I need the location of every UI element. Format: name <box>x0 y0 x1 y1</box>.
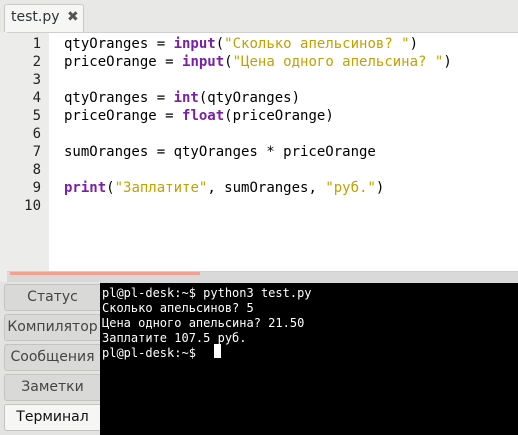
code-editor[interactable]: 1 2 3 4 5 6 7 8 9 10 qtyOranges = input(… <box>7 32 518 273</box>
terminal-line: Заплатите 107.5 руб. <box>102 331 247 345</box>
tab-compiler[interactable]: Компилятор <box>4 314 100 341</box>
line-number: 6 <box>32 126 41 142</box>
terminal-line: Цена одного апельсина? 21.50 <box>102 316 305 330</box>
bottom-panel-tabs: Статус Компилятор Сообщения Заметки Терм… <box>0 282 100 435</box>
code-token: (qtyOranges) <box>198 90 301 106</box>
line-number: 2 <box>32 54 41 70</box>
line-number: 10 <box>24 198 41 214</box>
code-token: ) <box>443 54 452 70</box>
line-number: 9 <box>32 180 41 196</box>
code-token: "Заплатите" <box>114 180 208 196</box>
tab-notes[interactable]: Заметки <box>4 374 100 401</box>
terminal-line: Сколько апельсинов? 5 <box>102 301 254 315</box>
tab-messages[interactable]: Сообщения <box>4 344 100 371</box>
tab-test-py[interactable]: test.py ✖ <box>4 4 84 32</box>
code-token: ) <box>375 180 385 196</box>
line-number: 1 <box>32 36 41 52</box>
code-line: priceOrange = float(priceOrange) <box>64 107 334 125</box>
line-number: 3 <box>32 72 41 88</box>
code-token: input <box>182 54 225 70</box>
code-token: , sumOranges, <box>207 180 326 196</box>
code-token: "руб." <box>325 180 376 196</box>
tab-status[interactable]: Статус <box>4 284 100 311</box>
code-token: (priceOrange) <box>224 108 334 124</box>
code-token: qtyOranges = <box>64 36 174 52</box>
code-token: priceOrange = <box>64 108 183 124</box>
code-token: input <box>173 36 216 52</box>
document-tab-bar: test.py ✖ <box>0 0 518 32</box>
code-token: print <box>64 180 107 196</box>
tab-terminal[interactable]: Терминал <box>4 404 100 431</box>
terminal-cursor <box>214 344 221 358</box>
code-token: ( <box>224 54 233 70</box>
code-token: int <box>173 90 199 106</box>
code-token: "Сколько апельсинов? " <box>224 36 410 52</box>
code-token: ) <box>409 36 419 52</box>
close-icon[interactable]: ✖ <box>67 9 79 25</box>
code-token: ( <box>106 180 115 196</box>
line-number: 5 <box>32 108 41 124</box>
code-line: priceOrange = input("Цена одного апельси… <box>64 53 452 71</box>
code-token: qtyOranges = <box>64 90 174 106</box>
line-number: 7 <box>32 144 41 160</box>
code-token: ( <box>215 36 225 52</box>
terminal-panel[interactable]: pl@pl-desk:~$ python3 test.py Сколько ап… <box>100 283 518 435</box>
code-line: print("Заплатите", sumOranges, "руб.") <box>64 179 384 197</box>
splitter-highlight <box>10 272 200 275</box>
terminal-line: pl@pl-desk:~$ python3 test.py <box>102 286 312 300</box>
line-number-gutter: 1 2 3 4 5 6 7 8 9 10 <box>7 33 49 271</box>
line-number: 4 <box>32 90 41 106</box>
code-token: float <box>182 108 225 124</box>
code-token: sumOranges = qtyOranges * priceOrange <box>64 144 376 160</box>
line-number: 8 <box>32 162 41 178</box>
code-token: "Цена одного апельсина? " <box>232 54 444 70</box>
code-token: priceOrange = <box>64 54 183 70</box>
tab-title: test.py <box>11 9 60 25</box>
terminal-prompt: pl@pl-desk:~$ <box>102 346 204 360</box>
code-line: qtyOranges = int(qtyOranges) <box>64 89 300 107</box>
code-line: qtyOranges = input("Сколько апельсинов? … <box>64 35 418 53</box>
code-line: sumOranges = qtyOranges * priceOrange <box>64 143 376 161</box>
